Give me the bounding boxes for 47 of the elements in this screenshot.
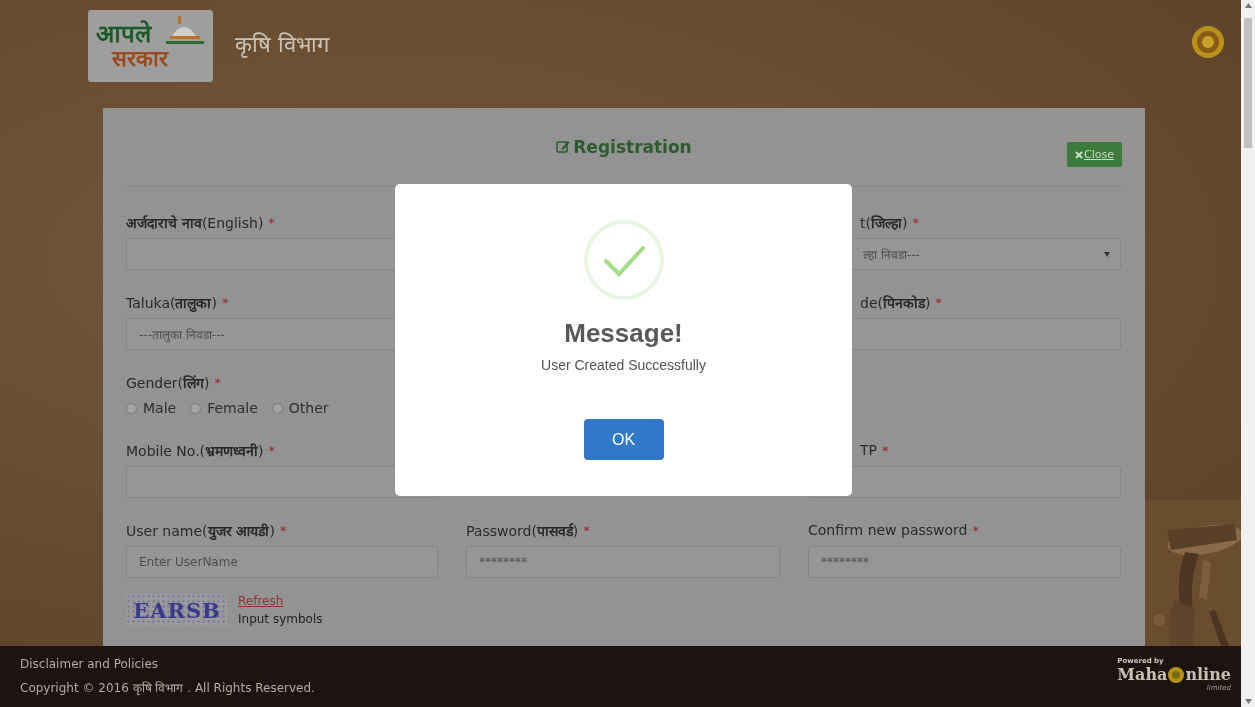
dome-icon	[166, 16, 204, 46]
scrollbar-thumb[interactable]	[1244, 18, 1252, 148]
field-label: Taluka(तालुका)	[126, 293, 217, 312]
radio-option[interactable]: Male	[126, 400, 177, 416]
required-mark: *	[268, 442, 276, 458]
required-mark: *	[214, 374, 222, 390]
copyright-text: Copyright © 2016 कृषि विभाग . All Rights Reserved.	[20, 680, 315, 696]
captcha-hint: Input symbols	[238, 612, 323, 626]
disclaimer-link[interactable]: Disclaimer and Policies	[20, 657, 315, 671]
caret-icon	[1104, 251, 1110, 257]
captcha-image: EARSB	[126, 594, 228, 626]
input-field[interactable]: ********	[466, 546, 780, 578]
refresh-link[interactable]: Refresh	[238, 594, 323, 608]
form-title: Registration	[556, 137, 692, 157]
dialog-message: User Created Successfully	[541, 357, 706, 373]
field-label: Password(पासवर्ड)	[466, 521, 579, 540]
field-label: अर्जदाराचे नाव(English)	[126, 213, 264, 232]
ok-button[interactable]: OK	[583, 419, 664, 460]
input-field[interactable]: Enter UserName	[126, 546, 438, 578]
edit-icon	[556, 140, 571, 154]
required-mark: *	[912, 214, 919, 230]
close-icon	[1075, 150, 1083, 159]
logo[interactable]: आपले सरकार	[88, 10, 213, 82]
site-title: कृषि विभाग	[235, 31, 329, 58]
field-label: Mobile No.(भ्रमणध्वनी)	[126, 441, 264, 460]
field-label: User name(युजर आयडी)	[126, 521, 275, 540]
field-label: Confirm new password	[808, 522, 968, 538]
radio-option[interactable]: Other	[271, 400, 329, 416]
required-mark: *	[268, 214, 275, 230]
required-mark: *	[935, 294, 942, 310]
required-mark: *	[882, 442, 889, 458]
close-button[interactable]: Close	[1067, 142, 1122, 167]
field-label: t(जिल्हा)	[860, 213, 908, 232]
required-mark: *	[972, 522, 979, 538]
field-label: Gender(लिंग)	[126, 373, 210, 392]
scroll-down-icon[interactable]	[1244, 699, 1252, 704]
input-field[interactable]: ********	[808, 546, 1121, 578]
required-mark: *	[221, 294, 229, 310]
required-mark: *	[279, 522, 287, 538]
scrollbar[interactable]	[1241, 0, 1255, 707]
radio-option[interactable]: Female	[190, 400, 258, 416]
required-mark: *	[583, 522, 590, 538]
field-label: de(पिनकोड)	[860, 293, 931, 312]
field-label: TP	[860, 442, 877, 458]
dialog-title: Message!	[564, 318, 683, 349]
checkmark-icon	[583, 220, 664, 300]
scroll-up-icon[interactable]	[1244, 3, 1252, 8]
